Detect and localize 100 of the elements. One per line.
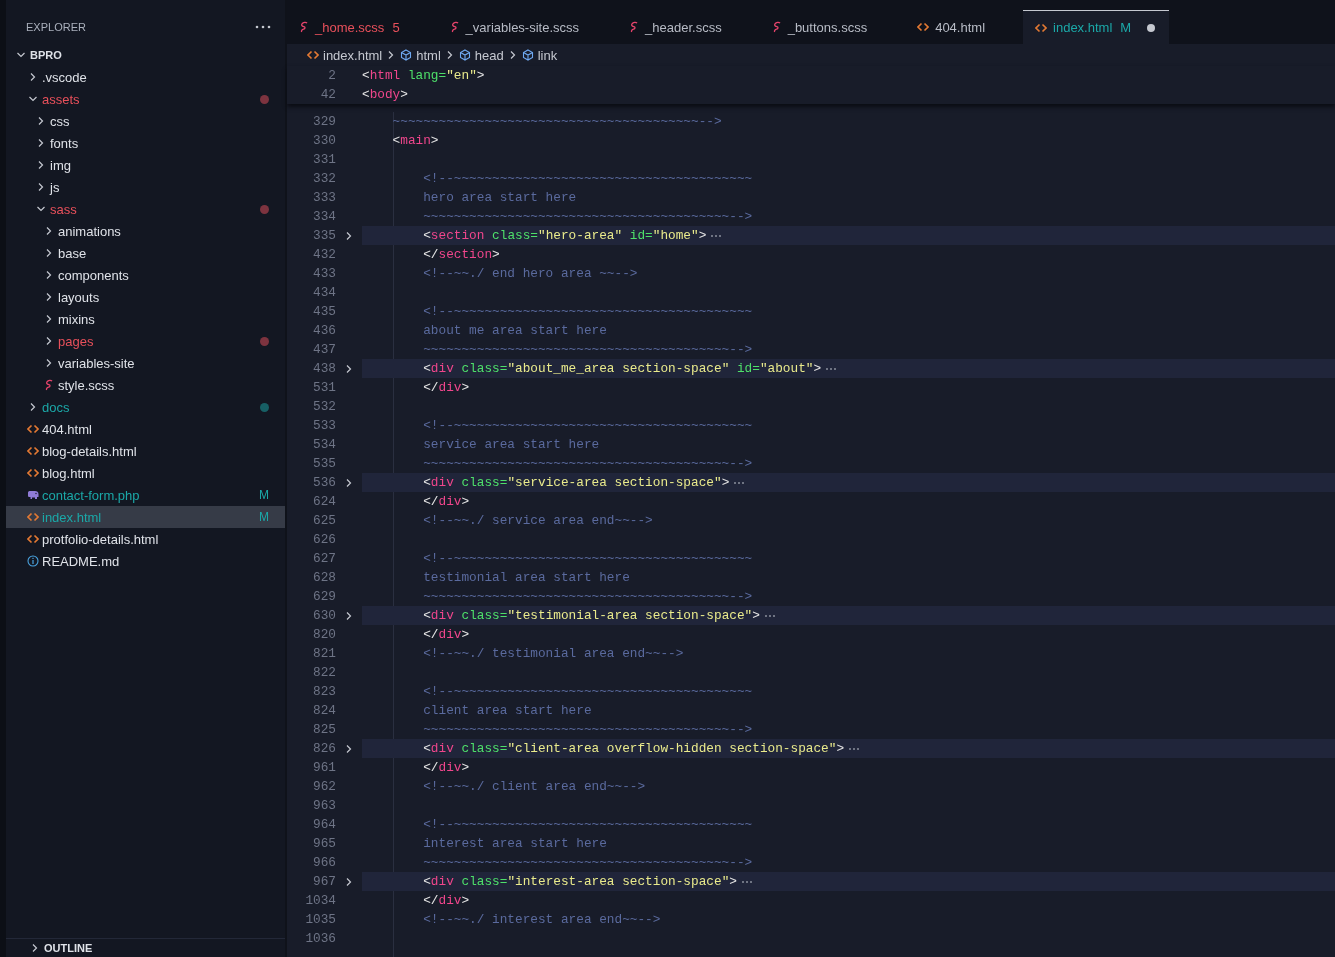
tree-item[interactable]: css bbox=[6, 110, 285, 132]
chevron-right-icon[interactable] bbox=[344, 363, 354, 374]
chevron-right-icon bbox=[44, 336, 54, 346]
info-icon bbox=[27, 555, 39, 567]
line-number: 334 bbox=[312, 209, 336, 224]
code-line: ~~~~~~~~~~~~~~~~~~~~~~~~~~~~~~~~~~~~~~~~--> bbox=[392, 114, 722, 129]
code-line: <section class="hero-area" id="home"> bbox=[423, 228, 707, 243]
breadcrumb-item[interactable]: head bbox=[458, 47, 504, 63]
code-icon bbox=[307, 50, 319, 60]
code-line: <!--~~./ interest area end~~--> bbox=[423, 912, 661, 927]
tree-item[interactable]: README.md bbox=[6, 550, 285, 572]
line-number: 823 bbox=[312, 684, 336, 699]
code-line: client area start here bbox=[423, 703, 592, 718]
code-line: <!--~~~~~~~~~~~~~~~~~~~~~~~~~~~~~~~~~~~~~~~ bbox=[423, 551, 753, 566]
line-number: 964 bbox=[312, 817, 336, 832]
line-number: 333 bbox=[312, 190, 336, 205]
editor-tab[interactable]: _buttons.scss bbox=[759, 10, 906, 44]
swirl-icon bbox=[449, 21, 460, 33]
chevron-right-icon[interactable] bbox=[344, 743, 354, 754]
code-line: <!--~~./ end hero area ~~--> bbox=[423, 266, 638, 281]
ellipsis-icon[interactable] bbox=[733, 480, 746, 485]
line-number: 820 bbox=[312, 627, 336, 642]
dot-icon[interactable] bbox=[1147, 23, 1156, 32]
line-number: 821 bbox=[312, 646, 336, 661]
code-line: </div> bbox=[423, 760, 470, 775]
code-icon bbox=[1035, 22, 1048, 33]
tree-item[interactable]: contact-form.php M bbox=[6, 484, 285, 506]
editor-tab[interactable]: 404.html bbox=[905, 10, 1024, 44]
tree-item[interactable]: protfolio-details.html bbox=[6, 528, 285, 550]
tree-item[interactable]: blog.html bbox=[6, 462, 285, 484]
line-number: 963 bbox=[312, 798, 336, 813]
code-line: </div> bbox=[423, 627, 470, 642]
code-icon bbox=[27, 468, 39, 478]
line-number: 824 bbox=[312, 703, 336, 718]
sidebar-title: EXPLORER bbox=[26, 21, 86, 33]
ellipsis-icon[interactable] bbox=[825, 366, 838, 371]
tree-item[interactable]: blog-details.html bbox=[6, 440, 285, 462]
chevron-down-icon bbox=[36, 204, 46, 214]
outline-header[interactable]: OUTLINE bbox=[6, 938, 285, 957]
tree-item[interactable]: base bbox=[6, 242, 285, 264]
chevron-right-icon[interactable] bbox=[344, 230, 354, 241]
line-number: 822 bbox=[312, 665, 336, 680]
breadcrumb-item[interactable]: link bbox=[521, 47, 558, 63]
editor-tab[interactable]: _variables-site.scss bbox=[437, 10, 618, 44]
ellipsis-icon[interactable] bbox=[740, 879, 753, 884]
code-line: hero area start here bbox=[423, 190, 577, 205]
tree-item[interactable]: variables-site bbox=[6, 352, 285, 374]
tree-item[interactable]: js bbox=[6, 176, 285, 198]
chevron-right-icon[interactable] bbox=[344, 610, 354, 621]
line-number: 533 bbox=[312, 418, 336, 433]
editor-tab[interactable]: index.html M bbox=[1023, 10, 1170, 44]
tree-item[interactable]: components bbox=[6, 264, 285, 286]
more-icon[interactable] bbox=[255, 25, 271, 29]
tree-item[interactable]: layouts bbox=[6, 286, 285, 308]
code-line: ~~~~~~~~~~~~~~~~~~~~~~~~~~~~~~~~~~~~~~~~--> bbox=[423, 456, 753, 471]
tree-item[interactable]: animations bbox=[6, 220, 285, 242]
ellipsis-icon[interactable] bbox=[848, 746, 861, 751]
breadcrumb-item[interactable]: index.html bbox=[307, 47, 383, 63]
line-number: 630 bbox=[312, 608, 336, 623]
line-number: 965 bbox=[312, 836, 336, 851]
tree-item[interactable]: .vscode bbox=[6, 66, 285, 88]
folder-header[interactable]: BPRO bbox=[6, 44, 285, 66]
elephant-icon bbox=[26, 490, 40, 500]
tree-item[interactable]: mixins bbox=[6, 308, 285, 330]
tree-item[interactable]: docs bbox=[6, 396, 285, 418]
code-icon bbox=[917, 22, 930, 32]
editor-tab[interactable]: _home.scss 5 bbox=[287, 10, 438, 44]
line-number: 535 bbox=[312, 456, 336, 471]
tree-item[interactable]: fonts bbox=[6, 132, 285, 154]
tree-item[interactable]: style.scss bbox=[6, 374, 285, 396]
line-number: 966 bbox=[312, 855, 336, 870]
breadcrumb-item[interactable]: html bbox=[400, 47, 441, 63]
code-line: </div> bbox=[423, 494, 470, 509]
chevron-right-icon bbox=[44, 226, 54, 236]
tree-item[interactable]: img bbox=[6, 154, 285, 176]
tree-item[interactable]: index.html M bbox=[6, 506, 285, 528]
line-number: 625 bbox=[312, 513, 336, 528]
line-number: 1036 bbox=[304, 931, 336, 946]
line-number: 437 bbox=[312, 342, 336, 357]
ellipsis-icon[interactable] bbox=[763, 613, 776, 618]
code-line: </div> bbox=[423, 893, 470, 908]
line-number: 531 bbox=[312, 380, 336, 395]
line-number: 438 bbox=[312, 361, 336, 376]
ellipsis-icon[interactable] bbox=[710, 233, 723, 238]
chevron-right-icon bbox=[44, 358, 54, 368]
editor-tab[interactable]: _header.scss bbox=[617, 10, 760, 44]
code-line: <!--~~~~~~~~~~~~~~~~~~~~~~~~~~~~~~~~~~~~~~~ bbox=[423, 817, 753, 832]
line-number: 330 bbox=[312, 133, 336, 148]
code-line: service area start here bbox=[423, 437, 600, 452]
chevron-right-icon bbox=[28, 72, 38, 82]
chevron-right-icon[interactable] bbox=[344, 876, 354, 887]
tree-item[interactable]: assets bbox=[6, 88, 285, 110]
tree-item[interactable]: 404.html bbox=[6, 418, 285, 440]
line-number: 432 bbox=[312, 247, 336, 262]
code-line: <!--~~./ testimonial area end~~--> bbox=[423, 646, 684, 661]
chevron-right-icon[interactable] bbox=[344, 477, 354, 488]
code-icon bbox=[27, 512, 39, 522]
tree-item[interactable]: sass bbox=[6, 198, 285, 220]
tree-item[interactable]: pages bbox=[6, 330, 285, 352]
line-number: 629 bbox=[312, 589, 336, 604]
